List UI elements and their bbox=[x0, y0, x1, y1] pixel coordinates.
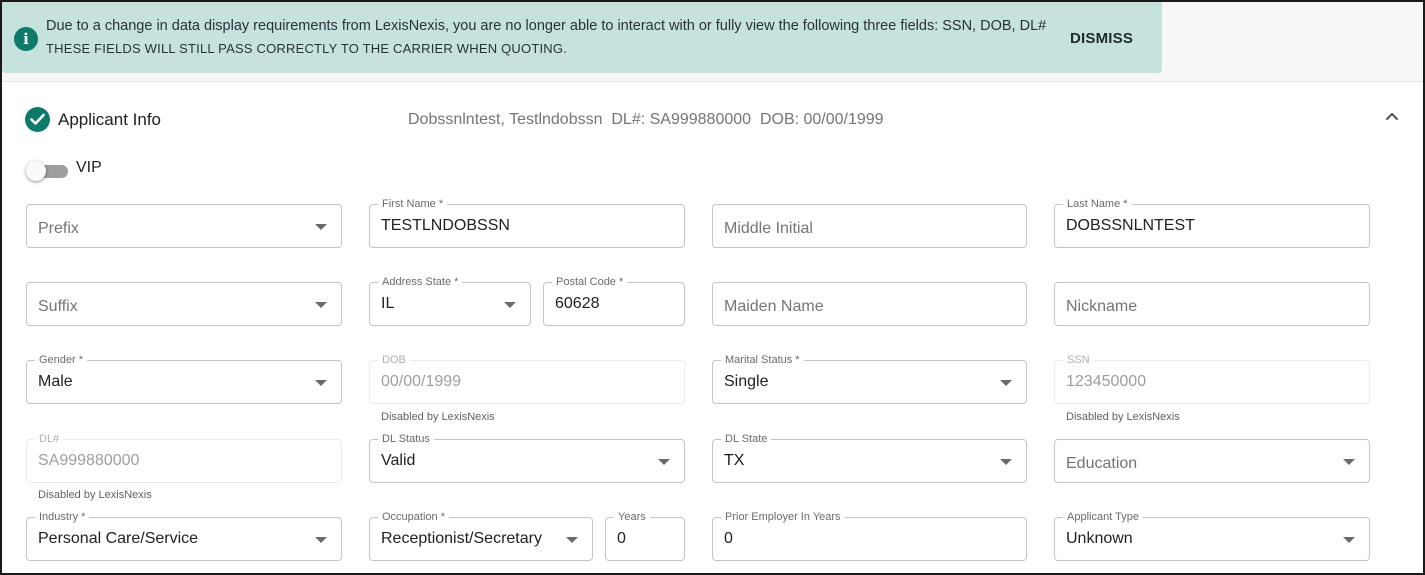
dl-number-label: DL# bbox=[35, 432, 64, 446]
nickname-placeholder: Nickname bbox=[1066, 298, 1138, 315]
nickname-field[interactable]: Nickname bbox=[1054, 282, 1370, 326]
dl-state-select[interactable]: DL State TX bbox=[712, 432, 1027, 483]
dropdown-arrow-icon bbox=[1000, 380, 1012, 386]
dl-status-label: DL Status bbox=[378, 432, 434, 446]
first-name-field[interactable]: First Name * TESTLNDOBSSN bbox=[369, 197, 685, 248]
last-name-label: Last Name * bbox=[1063, 197, 1132, 211]
chevron-up-icon[interactable] bbox=[1383, 108, 1401, 126]
industry-value: Personal Care/Service bbox=[38, 530, 199, 547]
prior-employer-years-value: 0 bbox=[724, 530, 733, 547]
occupation-value: Receptionist/Secretary bbox=[381, 530, 542, 547]
maiden-name-field[interactable]: Maiden Name bbox=[712, 282, 1027, 326]
vip-toggle[interactable] bbox=[26, 161, 68, 181]
occupation-select[interactable]: Occupation * Receptionist/Secretary bbox=[369, 510, 593, 561]
dropdown-arrow-icon bbox=[315, 537, 327, 543]
vip-toggle-thumb bbox=[26, 161, 46, 181]
address-state-value: IL bbox=[381, 295, 395, 312]
postal-code-label: Postal Code * bbox=[552, 275, 628, 289]
dropdown-arrow-icon bbox=[1343, 459, 1355, 465]
vip-label: VIP bbox=[76, 159, 102, 176]
middle-initial-placeholder: Middle Initial bbox=[724, 220, 813, 237]
dropdown-arrow-icon bbox=[1000, 459, 1012, 465]
gender-value: Male bbox=[38, 373, 73, 390]
maiden-name-placeholder: Maiden Name bbox=[724, 298, 824, 315]
dob-field: DOB 00/00/1999 bbox=[369, 353, 685, 404]
dl-state-label: DL State bbox=[721, 432, 772, 446]
last-name-field[interactable]: Last Name * DOBSSNLNTEST bbox=[1054, 197, 1370, 248]
dropdown-arrow-icon bbox=[504, 302, 516, 308]
dob-value: 00/00/1999 bbox=[381, 373, 462, 390]
applicant-type-select[interactable]: Applicant Type Unknown bbox=[1054, 510, 1370, 561]
info-icon: i bbox=[14, 27, 38, 51]
ssn-label: SSN bbox=[1063, 353, 1094, 367]
dropdown-arrow-icon bbox=[315, 380, 327, 386]
address-state-label: Address State * bbox=[378, 275, 463, 289]
years-field[interactable]: Years 0 bbox=[605, 510, 685, 561]
education-placeholder: Education bbox=[1066, 455, 1138, 472]
dismiss-button[interactable]: DISMISS bbox=[1070, 30, 1133, 47]
ssn-value: 123450000 bbox=[1066, 373, 1147, 390]
industry-label: Industry * bbox=[35, 510, 90, 524]
marital-status-label: Marital Status * bbox=[721, 353, 804, 367]
ssn-helper-text: Disabled by LexisNexis bbox=[1066, 411, 1180, 423]
dl-number-helper-text: Disabled by LexisNexis bbox=[38, 489, 152, 501]
dropdown-arrow-icon bbox=[315, 224, 327, 230]
industry-select[interactable]: Industry * Personal Care/Service bbox=[26, 510, 342, 561]
dl-state-value: TX bbox=[724, 452, 745, 469]
dropdown-arrow-icon bbox=[658, 459, 670, 465]
marital-status-value: Single bbox=[724, 373, 769, 390]
marital-status-select[interactable]: Marital Status * Single bbox=[712, 353, 1027, 404]
dob-helper-text: Disabled by LexisNexis bbox=[381, 411, 495, 423]
prior-employer-years-label: Prior Employer In Years bbox=[721, 510, 845, 524]
dropdown-arrow-icon bbox=[1343, 537, 1355, 543]
gender-label: Gender * bbox=[35, 353, 88, 367]
info-banner: i Due to a change in data display requir… bbox=[2, 2, 1162, 73]
prefix-placeholder: Prefix bbox=[38, 220, 79, 237]
dob-label: DOB bbox=[378, 353, 410, 367]
first-name-label: First Name * bbox=[378, 197, 448, 211]
postal-code-value: 60628 bbox=[555, 295, 600, 312]
dropdown-arrow-icon bbox=[566, 537, 578, 543]
postal-code-field[interactable]: Postal Code * 60628 bbox=[543, 275, 685, 326]
banner-note: THESE FIELDS WILL STILL PASS CORRECTLY T… bbox=[46, 41, 567, 56]
dl-status-select[interactable]: DL Status Valid bbox=[369, 432, 685, 483]
gender-select[interactable]: Gender * Male bbox=[26, 353, 342, 404]
applicant-type-value: Unknown bbox=[1066, 530, 1133, 547]
dl-number-field: DL# SA999880000 bbox=[26, 432, 342, 483]
check-circle-icon bbox=[25, 107, 50, 132]
section-title: Applicant Info bbox=[58, 110, 162, 129]
applicant-summary: Dobssnlntest, Testlndobssn DL#: SA999880… bbox=[408, 111, 884, 128]
years-label: Years bbox=[614, 510, 650, 524]
dropdown-arrow-icon bbox=[315, 302, 327, 308]
last-name-value: DOBSSNLNTEST bbox=[1066, 217, 1195, 234]
middle-initial-field[interactable]: Middle Initial bbox=[712, 204, 1027, 248]
banner-message: Due to a change in data display requirem… bbox=[46, 18, 1047, 34]
occupation-label: Occupation * bbox=[378, 510, 449, 524]
ssn-field: SSN 123450000 bbox=[1054, 353, 1370, 404]
applicant-type-label: Applicant Type bbox=[1063, 510, 1143, 524]
first-name-value: TESTLNDOBSSN bbox=[381, 217, 510, 234]
suffix-select[interactable]: Suffix bbox=[26, 282, 342, 326]
education-select[interactable]: Education bbox=[1054, 439, 1370, 483]
prefix-select[interactable]: Prefix bbox=[26, 204, 342, 248]
years-value: 0 bbox=[617, 530, 626, 547]
dl-status-value: Valid bbox=[381, 452, 416, 469]
dl-number-value: SA999880000 bbox=[38, 452, 140, 469]
prior-employer-years-field[interactable]: Prior Employer In Years 0 bbox=[712, 510, 1027, 561]
address-state-select[interactable]: Address State * IL bbox=[369, 275, 531, 326]
suffix-placeholder: Suffix bbox=[38, 298, 78, 315]
